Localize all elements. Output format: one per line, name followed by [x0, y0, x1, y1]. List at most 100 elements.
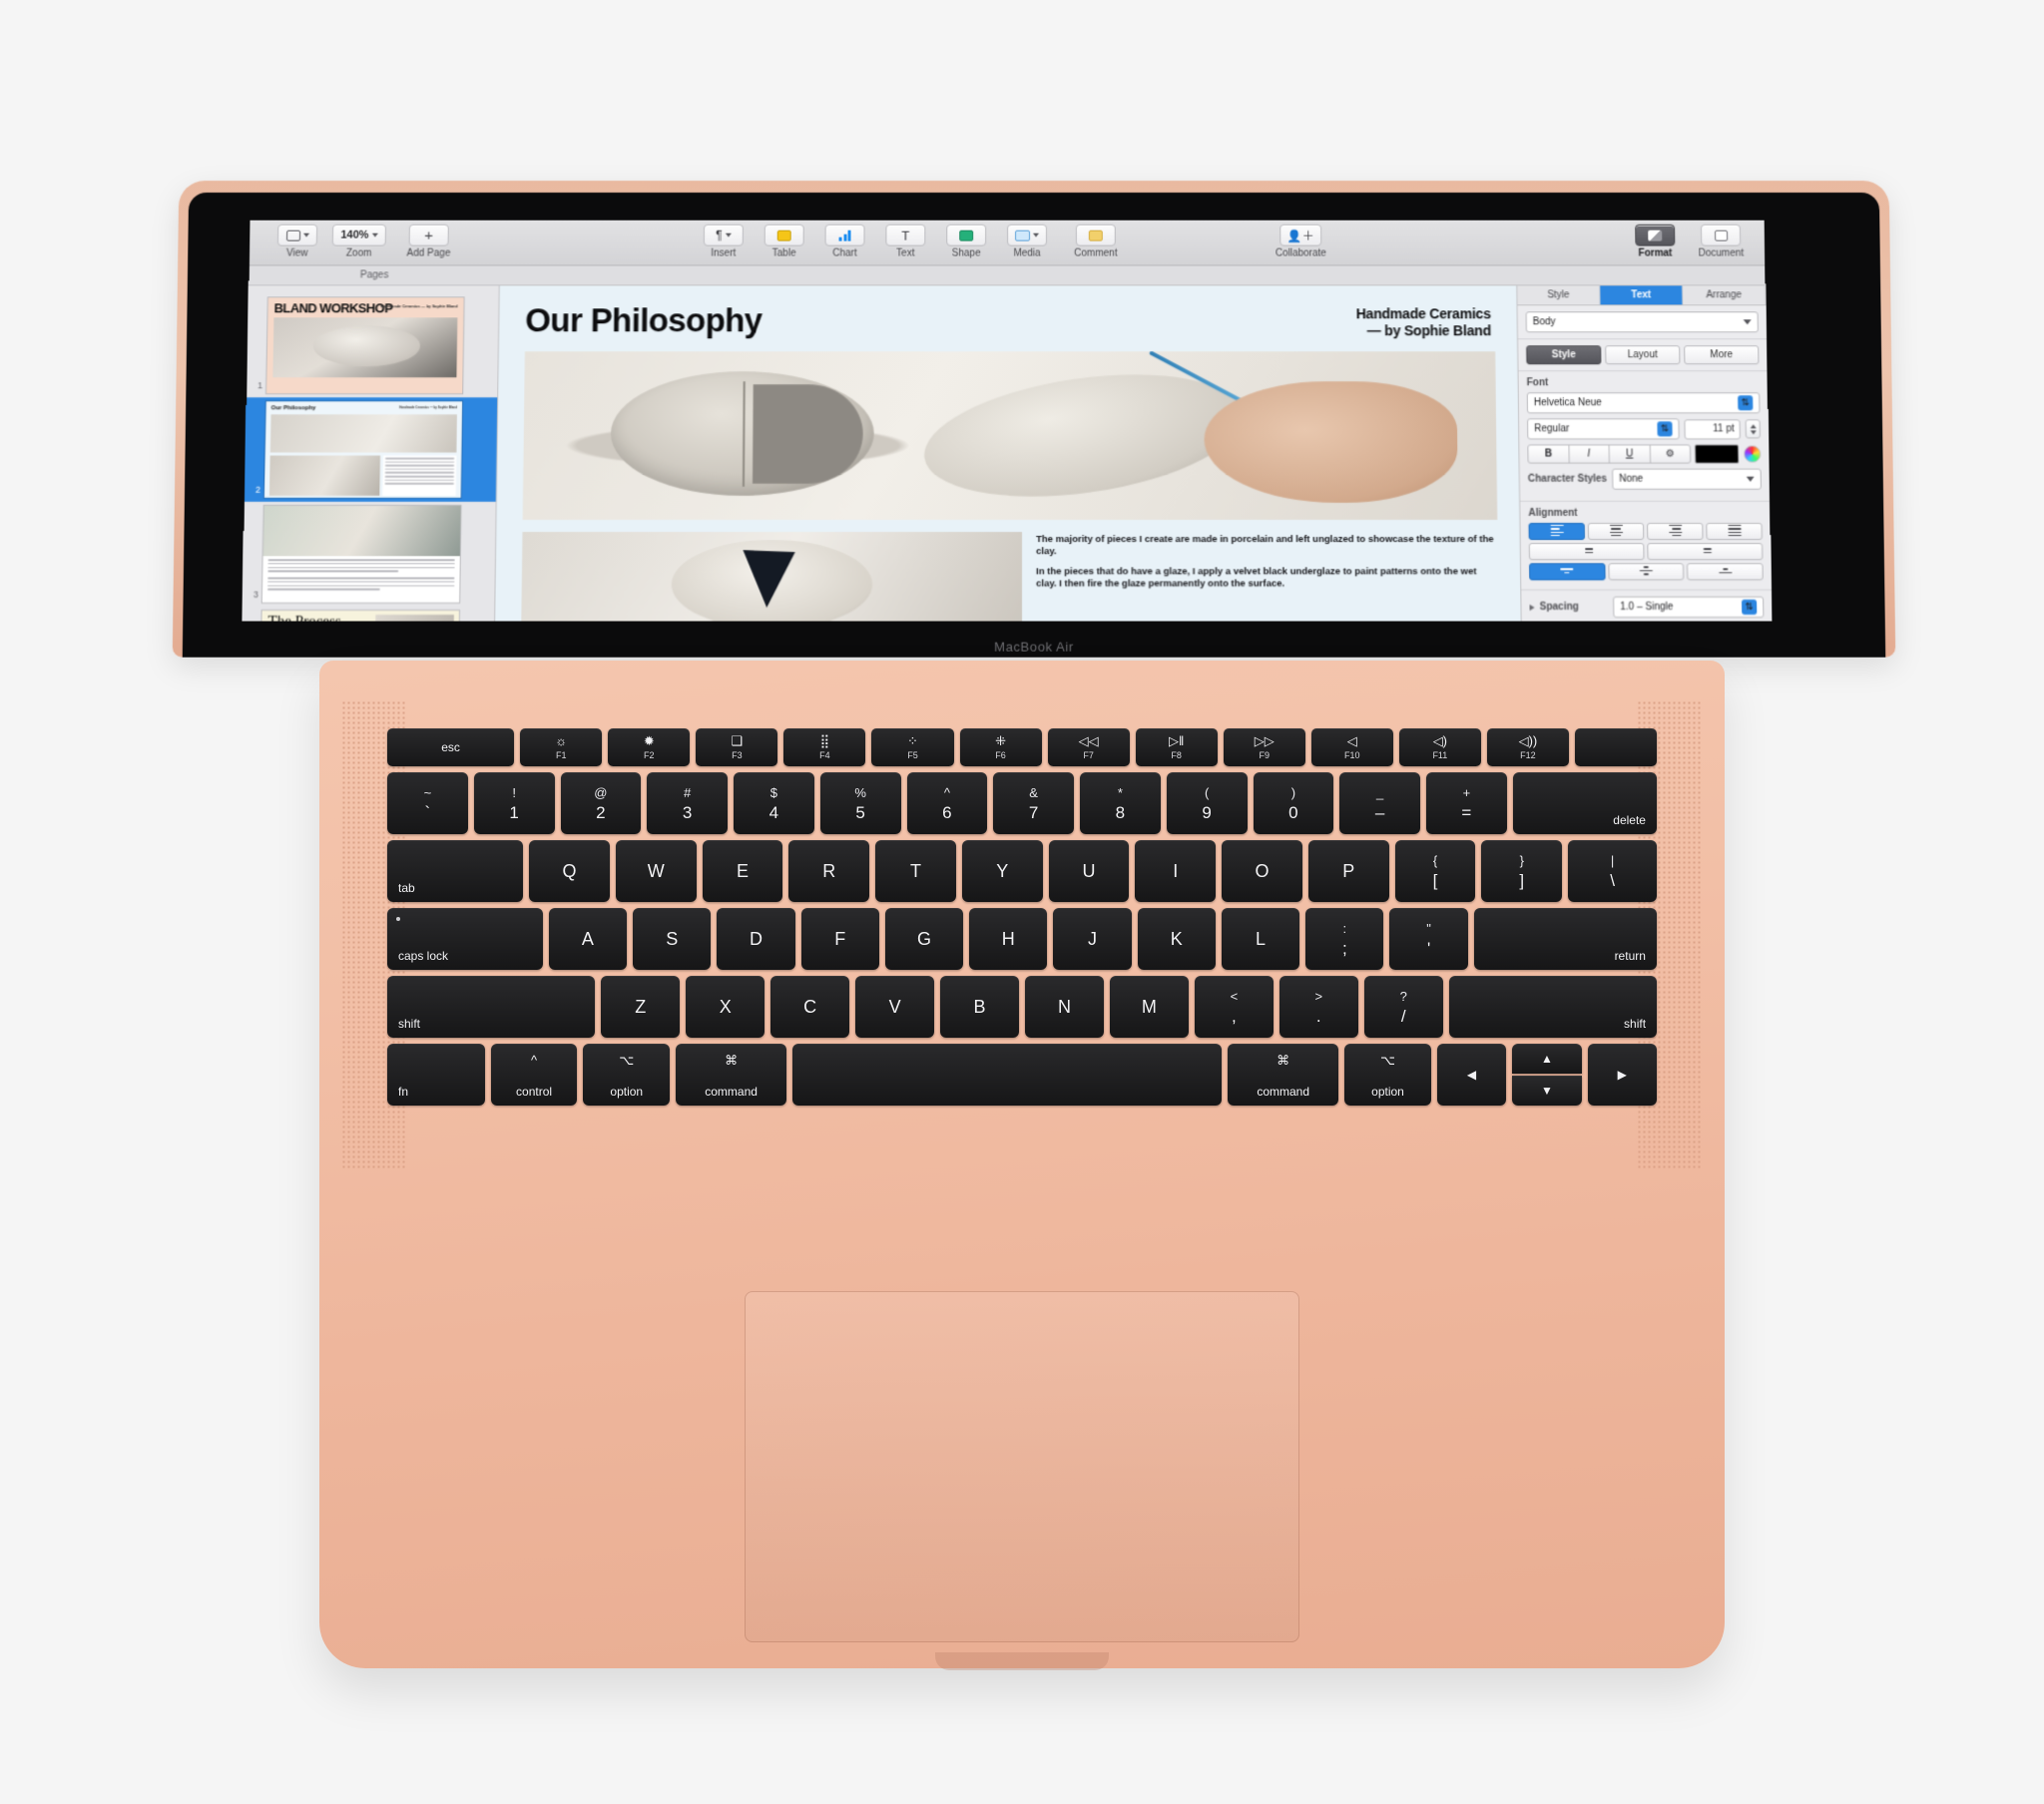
key-shift-right[interactable]: shift: [1448, 976, 1658, 1038]
align-justify-button[interactable]: [1706, 522, 1763, 541]
tab-text[interactable]: Text: [1600, 285, 1684, 305]
media-button[interactable]: Media: [1001, 224, 1053, 259]
key-q[interactable]: Q: [529, 840, 610, 902]
key-bracket-left[interactable]: {[: [1394, 840, 1476, 902]
key-z[interactable]: Z: [601, 976, 681, 1038]
key-3[interactable]: #3: [647, 772, 728, 834]
key-return[interactable]: return: [1473, 908, 1657, 970]
keyboard[interactable]: esc ☼ F1 ✹ F2 ❑ F3 ⣿ F4 ⁘ F5 ⁜ F6 ◁◁ F7 ▷‖ F8 ▷▷…: [387, 728, 1658, 1112]
hero-image-ceramics-painting[interactable]: [522, 351, 1498, 520]
increase-indent-button[interactable]: [1647, 543, 1764, 561]
key-quote[interactable]: " ': [1389, 908, 1468, 970]
key-f5[interactable]: ⁘ F5: [871, 728, 954, 766]
collaborate-button[interactable]: 👤＋ Collaborate: [1267, 224, 1334, 259]
key-x[interactable]: X: [686, 976, 766, 1038]
bold-button[interactable]: B: [1527, 444, 1570, 464]
key-f1[interactable]: ☼ F1: [520, 728, 603, 766]
key-shift-left[interactable]: shift: [387, 976, 596, 1038]
page-thumbnail-3[interactable]: 3: [243, 502, 496, 607]
document-canvas[interactable]: Our Philosophy Handmade Ceramics — by So…: [495, 285, 1521, 622]
key-f12[interactable]: ◁)) F12: [1486, 728, 1569, 766]
key-h[interactable]: H: [969, 908, 1048, 970]
key-f6[interactable]: ⁜ F6: [959, 728, 1042, 766]
page-thumbnail-1[interactable]: 1 BLAND WORKSHOP Handmade Ceramics — by …: [247, 293, 499, 397]
key-b[interactable]: B: [940, 976, 1020, 1038]
key-comma[interactable]: <,: [1194, 976, 1274, 1038]
key-minus[interactable]: _ –: [1339, 772, 1420, 834]
align-middle-button[interactable]: [1608, 563, 1685, 581]
key-7[interactable]: & 7: [993, 772, 1074, 834]
key-f9[interactable]: ▷▷ F9: [1223, 728, 1305, 766]
tab-style[interactable]: Style: [1517, 285, 1601, 305]
key-control[interactable]: ^ control: [490, 1044, 578, 1106]
key-tab[interactable]: tab: [387, 840, 524, 902]
align-right-button[interactable]: [1647, 522, 1704, 541]
key-f11[interactable]: ◁) F11: [1398, 728, 1481, 766]
align-top-button[interactable]: [1529, 563, 1606, 581]
key-a[interactable]: A: [548, 908, 628, 970]
key-arrow-down[interactable]: ▼: [1512, 1076, 1582, 1106]
key-y[interactable]: Y: [961, 840, 1043, 902]
character-styles-dropdown[interactable]: None: [1611, 468, 1762, 490]
decrease-indent-button[interactable]: [1528, 543, 1645, 561]
key-9[interactable]: (9: [1166, 772, 1248, 834]
add-page-button[interactable]: + Add Page: [394, 224, 462, 259]
key-equals[interactable]: + =: [1426, 772, 1507, 834]
key-8[interactable]: * 8: [1080, 772, 1161, 834]
key-semicolon[interactable]: :;: [1305, 908, 1384, 970]
key-c[interactable]: C: [770, 976, 850, 1038]
text-options-gear-icon[interactable]: ⚙: [1649, 444, 1692, 464]
key-f4[interactable]: ⣿ F4: [783, 728, 866, 766]
key-f3[interactable]: ❑ F3: [696, 728, 778, 766]
key-6[interactable]: ^ 6: [906, 772, 988, 834]
page-thumbnail-2[interactable]: 2 Our Philosophy Handmade Ceramics — by …: [244, 397, 498, 502]
key-esc[interactable]: esc: [387, 728, 515, 766]
key-delete[interactable]: delete: [1512, 772, 1657, 834]
key-slash[interactable]: ? /: [1363, 976, 1443, 1038]
color-wheel-icon[interactable]: [1744, 445, 1762, 463]
font-size-stepper[interactable]: [1745, 419, 1761, 439]
key-command-right[interactable]: ⌘ command: [1228, 1044, 1339, 1106]
key-o[interactable]: O: [1222, 840, 1302, 902]
spacing-dropdown[interactable]: 1.0 – Single ⇅: [1613, 596, 1765, 619]
key-touch-id[interactable]: [1574, 728, 1658, 766]
key-0[interactable]: ) 0: [1253, 772, 1334, 834]
tab-arrange[interactable]: Arrange: [1683, 285, 1767, 305]
key-m[interactable]: M: [1109, 976, 1189, 1038]
key-arrow-left[interactable]: ◀: [1436, 1044, 1507, 1106]
zoom-button[interactable]: 140% Zoom: [332, 224, 386, 259]
table-button[interactable]: Table: [759, 224, 810, 259]
key-option-right[interactable]: ⌥ option: [1344, 1044, 1431, 1106]
key-s[interactable]: S: [633, 908, 712, 970]
font-weight-dropdown[interactable]: Regular ⇅: [1527, 418, 1680, 440]
key-space[interactable]: [792, 1044, 1223, 1106]
comment-button[interactable]: Comment: [1062, 224, 1130, 259]
key-f7[interactable]: ◁◁ F7: [1047, 728, 1130, 766]
key-n[interactable]: N: [1025, 976, 1104, 1038]
insert-button[interactable]: ¶ Insert: [698, 224, 750, 259]
segment-more[interactable]: More: [1684, 345, 1760, 365]
key-5[interactable]: % 5: [819, 772, 901, 834]
paragraph-style-dropdown[interactable]: Body: [1525, 311, 1759, 333]
key-d[interactable]: D: [717, 908, 795, 970]
align-left-button[interactable]: [1528, 522, 1586, 541]
format-button[interactable]: Format: [1629, 224, 1681, 259]
font-family-dropdown[interactable]: Helvetica Neue ⇅: [1526, 392, 1761, 414]
key-w[interactable]: W: [615, 840, 697, 902]
key-f2[interactable]: ✹ F2: [608, 728, 691, 766]
trackpad[interactable]: [745, 1291, 1299, 1642]
key-backtick[interactable]: ~ `: [387, 772, 468, 834]
key-2[interactable]: @2: [560, 772, 642, 834]
key-1[interactable]: ! 1: [473, 772, 555, 834]
segment-layout[interactable]: Layout: [1605, 345, 1681, 365]
align-center-button[interactable]: [1587, 522, 1645, 541]
key-f[interactable]: F: [800, 908, 879, 970]
key-bracket-right[interactable]: }]: [1481, 840, 1563, 902]
key-j[interactable]: J: [1053, 908, 1132, 970]
key-arrow-up[interactable]: ▲: [1512, 1044, 1582, 1074]
key-v[interactable]: V: [855, 976, 935, 1038]
text-color-swatch[interactable]: [1694, 444, 1740, 464]
key-p[interactable]: P: [1307, 840, 1389, 902]
key-backslash[interactable]: | \: [1568, 840, 1657, 902]
text-button[interactable]: T Text: [879, 224, 931, 259]
